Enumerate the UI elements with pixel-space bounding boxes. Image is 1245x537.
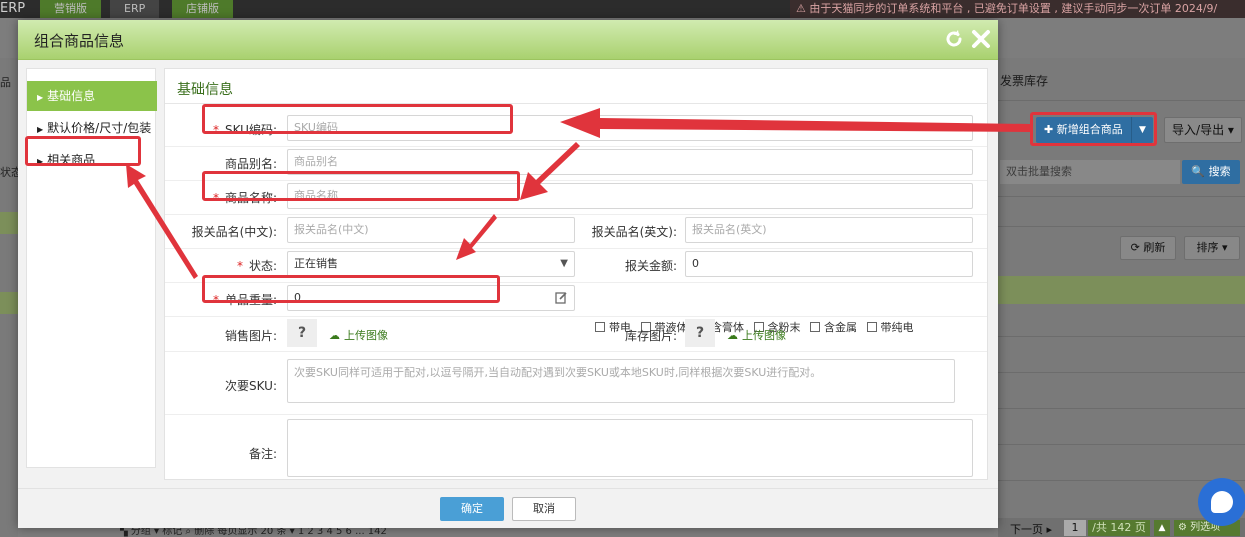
combo-product-modal: 组合商品信息 ▶ 基础信息 ▶ 默认价格/尺寸/包装 ▶ 相关商品 基础信息 * SKU…: [18, 20, 998, 528]
divider: [165, 146, 987, 147]
modal-header: 组合商品信息: [18, 20, 998, 60]
top-tab-erp[interactable]: ERP: [110, 0, 160, 18]
nav-item-label: 默认价格/尺寸/包装: [47, 121, 152, 135]
status-select[interactable]: 正在销售 ▼: [287, 251, 575, 277]
sales-image-upload-link[interactable]: ☁ 上传图像: [329, 327, 388, 343]
required-mark: *: [236, 259, 243, 273]
bg-green-row: [0, 292, 18, 314]
batch-search-input[interactable]: 双击批量搜索: [1000, 160, 1180, 184]
close-icon[interactable]: [970, 28, 992, 50]
divider: [165, 414, 987, 415]
table-row: [998, 336, 1245, 337]
highlight-product-name: [202, 171, 520, 201]
highlight-add-button: [1030, 112, 1157, 146]
secondary-sku-label: 次要SKU:: [225, 379, 277, 393]
sort-button[interactable]: 排序 ▾: [1184, 236, 1240, 260]
alias-label: 商品别名:: [224, 157, 277, 171]
table-row-selected[interactable]: [998, 276, 1245, 304]
section-title: 基础信息: [177, 82, 233, 98]
secondary-sku-textarea[interactable]: 次要SKU同样可适用于配对,以逗号隔开,当自动配对遇到次要SKU或本地SKU时,…: [287, 359, 955, 403]
divider: [998, 100, 1245, 101]
customs-amount-input[interactable]: 0: [685, 251, 973, 277]
refresh-icon[interactable]: [943, 28, 965, 50]
stock-image-upload-link[interactable]: ☁ 上传图像: [727, 327, 786, 343]
app-logo: ERP: [0, 1, 26, 16]
caret-right-icon: ▶: [37, 125, 44, 134]
search-button[interactable]: 🔍 搜索: [1182, 160, 1240, 184]
highlight-weight: [202, 275, 500, 303]
table-row: [998, 372, 1245, 373]
caret-right-icon: ▶: [37, 93, 44, 102]
cancel-button[interactable]: 取消: [512, 497, 576, 521]
table-row: [998, 480, 1245, 481]
checkbox-pure-battery[interactable]: 带纯电: [866, 321, 914, 334]
nav-item-basic-info[interactable]: ▶ 基础信息: [27, 81, 157, 111]
sales-image-label: 销售图片:: [224, 329, 277, 343]
top-tab-store[interactable]: 店铺版: [172, 0, 233, 18]
top-tab-marketing[interactable]: 营销版: [40, 0, 101, 18]
pager-total: /共 142 页: [1088, 520, 1150, 536]
checkbox-metal[interactable]: 含金属: [810, 321, 857, 334]
highlight-related-products: [25, 136, 141, 166]
status-label: * 状态:: [205, 257, 277, 274]
table-row: [998, 444, 1245, 445]
divider: [165, 351, 987, 352]
nav-item-label: 基础信息: [47, 89, 96, 103]
upload-label: 上传图像: [742, 329, 786, 342]
customs-cn-input[interactable]: 报关品名(中文): [287, 217, 575, 243]
stock-image-label: 库存图片:: [624, 329, 677, 343]
checkbox-label: 带纯电: [880, 321, 914, 334]
scroll-top-button[interactable]: ▲: [1154, 520, 1170, 536]
divider: [165, 214, 987, 215]
modal-footer: 确定 取消: [18, 488, 998, 528]
checkbox-label: 含金属: [824, 321, 857, 334]
warning-notice: ⚠ 由于天猫同步的订单系统和平台 , 已避免订单设置 , 建议手动同步一次订单 …: [790, 0, 1245, 18]
edit-icon[interactable]: [555, 291, 568, 304]
side-nav: ▶ 基础信息 ▶ 默认价格/尺寸/包装 ▶ 相关商品: [26, 68, 157, 468]
pager-next-button[interactable]: 下一页 ▸: [1010, 521, 1052, 537]
status-label-text: 状态:: [248, 259, 277, 273]
remark-textarea[interactable]: [287, 419, 973, 477]
divider: [998, 196, 1245, 197]
chat-button[interactable]: [1198, 478, 1245, 526]
chevron-down-icon: ▼: [560, 258, 568, 269]
chat-bubble-icon: [1211, 491, 1233, 513]
import-export-button[interactable]: 导入/导出 ▾: [1164, 117, 1242, 143]
divider: [165, 316, 987, 317]
confirm-button[interactable]: 确定: [440, 497, 504, 521]
bg-green-row: [0, 212, 18, 234]
left-label: 品: [0, 76, 11, 89]
tab-invoice-stock[interactable]: 发票库存: [1000, 72, 1048, 89]
checkbox-box[interactable]: [866, 322, 877, 332]
customs-cn-label: 报关品名(中文):: [191, 225, 277, 239]
upload-label: 上传图像: [344, 329, 388, 342]
customs-amount-label: 报关金额:: [624, 259, 677, 273]
cloud-upload-icon: ☁: [329, 329, 340, 342]
divider: [998, 226, 1245, 227]
customs-en-input[interactable]: 报关品名(英文): [685, 217, 973, 243]
status-value: 正在销售: [294, 257, 338, 270]
stock-image-placeholder: ?: [685, 319, 715, 347]
customs-en-label: 报关品名(英文):: [591, 225, 677, 239]
remark-label: 备注:: [248, 447, 277, 461]
highlight-sku: [202, 104, 513, 134]
cloud-upload-icon: ☁: [727, 329, 738, 342]
refresh-button[interactable]: ⟳ 刷新: [1120, 236, 1176, 260]
sales-image-placeholder: ?: [287, 319, 317, 347]
divider: [165, 248, 987, 249]
checkbox-box[interactable]: [810, 322, 820, 332]
table-row: [998, 408, 1245, 409]
modal-title: 组合商品信息: [34, 32, 125, 50]
pager-page-input[interactable]: 1: [1064, 520, 1086, 536]
